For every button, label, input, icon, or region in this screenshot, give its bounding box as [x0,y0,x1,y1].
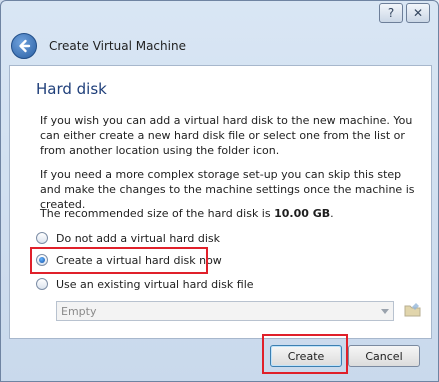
option-label: Use an existing virtual hard disk file [56,277,254,291]
close-button[interactable]: ✕ [406,3,430,23]
dialog-title: Create Virtual Machine [49,39,186,53]
intro-paragraph: If you wish you can add a virtual hard d… [40,114,413,157]
dialog-header: Create Virtual Machine [9,27,432,65]
radio-do-not-add[interactable] [36,232,48,244]
page-title: Hard disk [36,80,107,98]
chevron-down-icon [377,302,393,320]
cancel-button[interactable]: Cancel [348,345,420,367]
radio-use-existing[interactable] [36,278,48,290]
back-arrow-icon [19,39,31,53]
option-use-existing[interactable]: Use an existing virtual hard disk file [36,275,254,293]
recommended-size-prefix: The recommended size of the hard disk is [40,207,275,220]
option-do-not-add[interactable]: Do not add a virtual hard disk [36,229,220,247]
recommended-size-suffix: . [330,207,334,220]
existing-disk-select[interactable]: Empty [56,301,394,321]
choose-file-button[interactable] [403,300,423,320]
recommended-size-text: The recommended size of the hard disk is… [40,206,420,221]
option-label: Do not add a virtual hard disk [56,231,220,245]
select-value: Empty [61,304,97,318]
highlight-box [262,334,348,374]
recommended-size-value: 10.00 GB [274,207,331,220]
help-button[interactable]: ? [379,3,403,23]
dialog-window: ? ✕ Create Virtual Machine Hard disk If … [0,0,439,382]
folder-icon [404,303,421,317]
title-bar-buttons: ? ✕ [379,3,430,23]
wizard-page: Hard disk If you wish you can add a virt… [9,65,432,339]
highlight-box [30,247,208,274]
back-button[interactable] [11,33,37,59]
